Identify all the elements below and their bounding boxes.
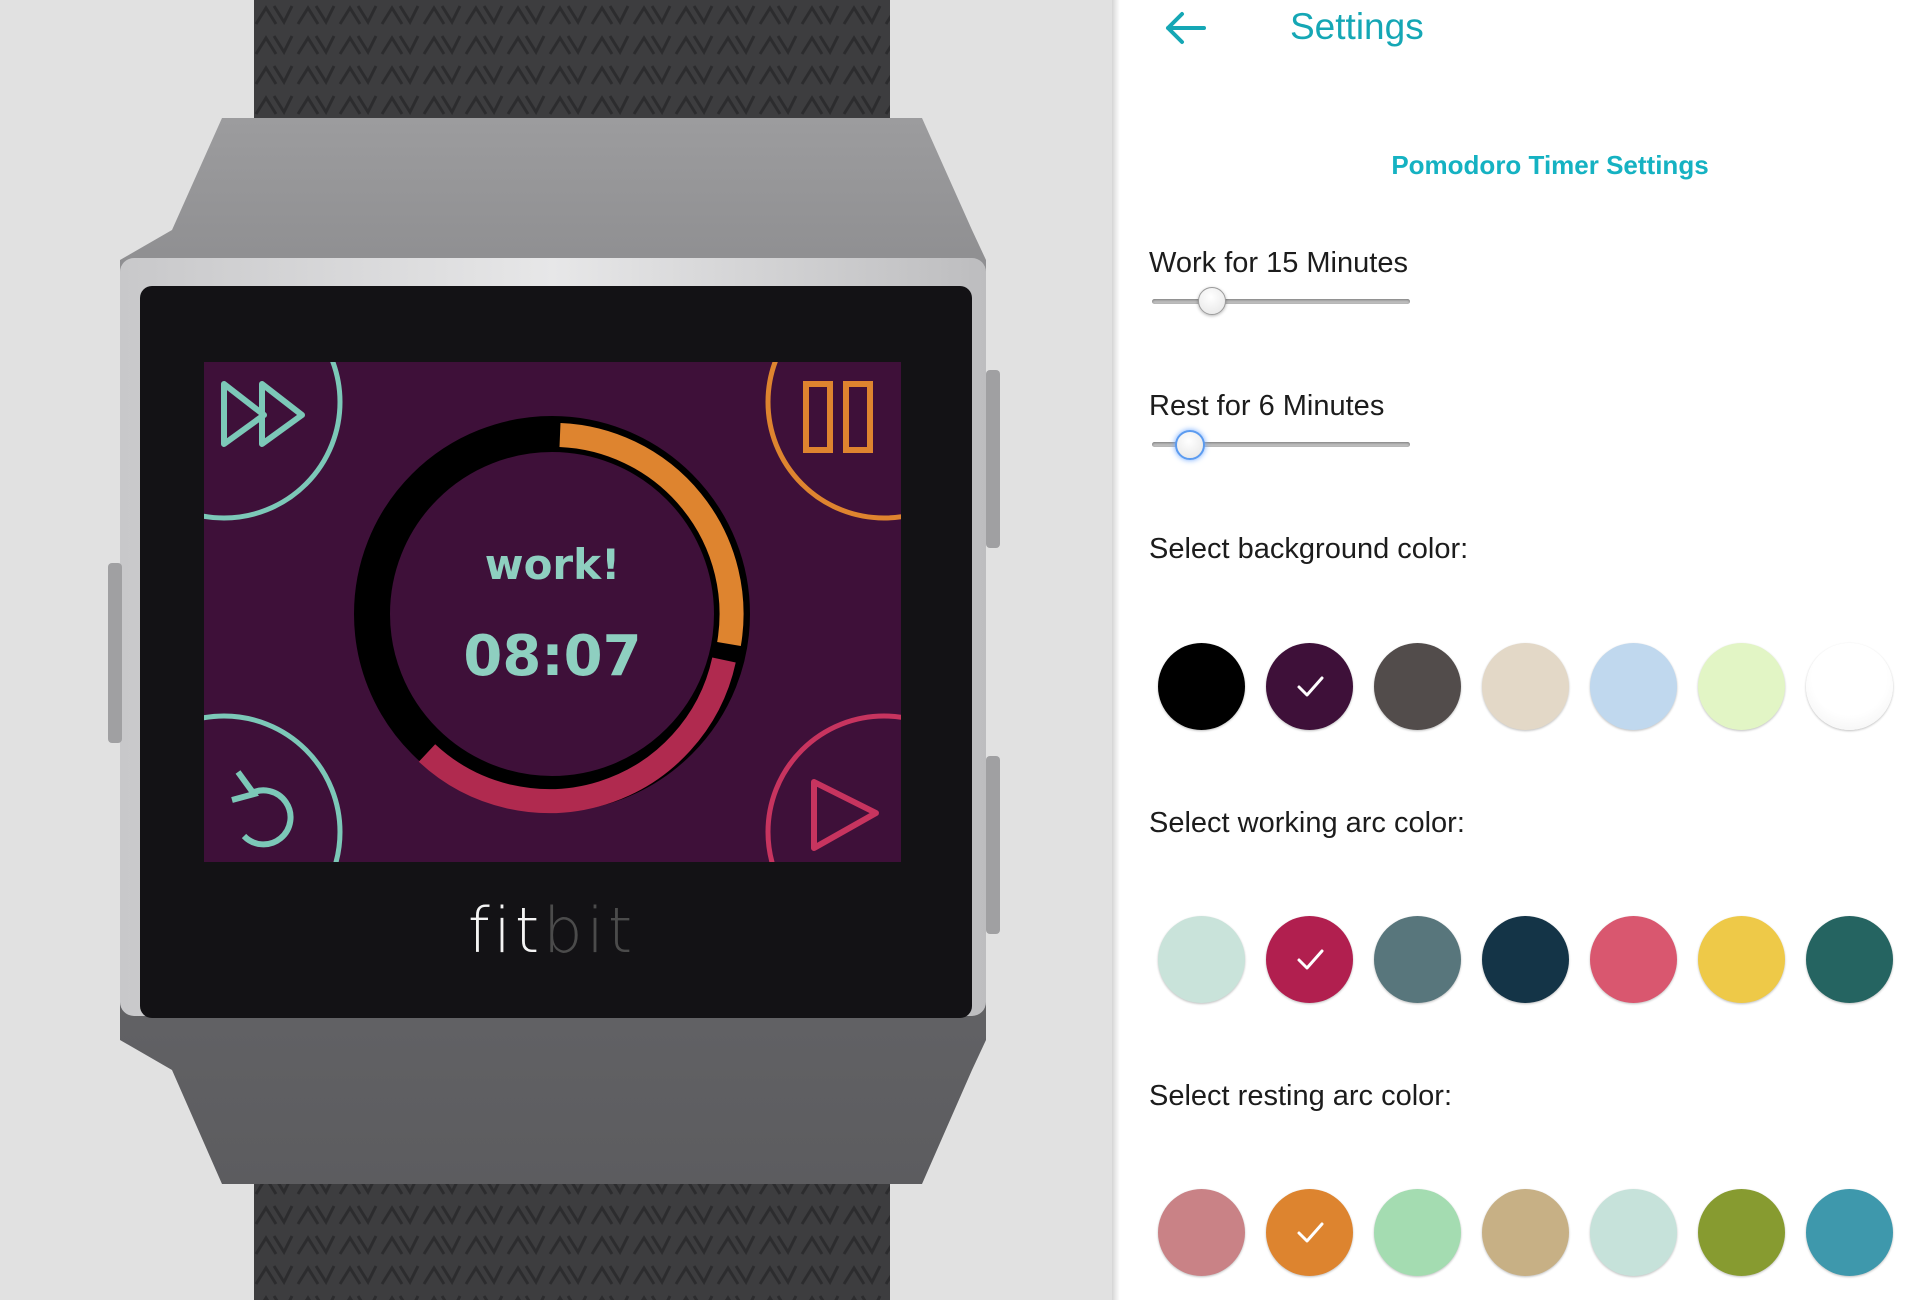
work-duration-slider[interactable]: [1152, 287, 1410, 317]
working-arc-color-swatch[interactable]: [1698, 916, 1785, 1003]
resting-arc-color-swatch[interactable]: [1806, 1189, 1893, 1276]
pane-divider[interactable]: [1112, 0, 1120, 1300]
back-arrow-icon[interactable]: [1160, 8, 1210, 48]
bottom-strap: [254, 1180, 890, 1300]
working-arc-color-swatch[interactable]: [1806, 916, 1893, 1003]
working-arc-color-swatch[interactable]: [1374, 916, 1461, 1003]
settings-pane: Settings Pomodoro Timer Settings Work fo…: [1120, 0, 1926, 1300]
resting-arc-color-label: Select resting arc color:: [1149, 1080, 1453, 1112]
background-color-swatch[interactable]: [1698, 643, 1785, 730]
rest-duration-slider[interactable]: [1152, 430, 1410, 460]
slider-thumb[interactable]: [1175, 430, 1206, 460]
simulator-pane: work! 08:07 fitbit: [0, 0, 1118, 1300]
working-arc-color-swatch[interactable]: [1590, 916, 1677, 1003]
resting-arc-color-swatch[interactable]: [1590, 1189, 1677, 1276]
working-arc-color-label: Select working arc color:: [1149, 807, 1465, 839]
watch-screen: work! 08:07: [204, 362, 901, 862]
working-arc-color-picker: [1158, 916, 1893, 1003]
section-title: Pomodoro Timer Settings: [1391, 150, 1709, 180]
background-color-picker: [1158, 643, 1893, 730]
working-arc-color-swatch[interactable]: [1158, 916, 1245, 1003]
left-button: [108, 563, 122, 743]
resting-arc-color-picker: [1158, 1189, 1893, 1276]
right-bottom-button: [986, 756, 1000, 934]
slider-thumb[interactable]: [1198, 287, 1227, 315]
background-color-swatch[interactable]: [1806, 643, 1893, 730]
background-color-swatch[interactable]: [1482, 643, 1569, 730]
timer-status-label: work!: [484, 540, 621, 589]
working-arc-color-swatch[interactable]: [1266, 916, 1353, 1003]
page-title: Settings: [1290, 6, 1424, 47]
resting-arc-color-swatch[interactable]: [1374, 1189, 1461, 1276]
background-color-label: Select background color:: [1149, 533, 1469, 565]
fitbit-logo: fitbit: [370, 894, 734, 967]
logo-part-bit: bit: [543, 894, 637, 967]
resting-arc-color-swatch[interactable]: [1482, 1189, 1569, 1276]
working-arc-color-swatch[interactable]: [1482, 916, 1569, 1003]
work-duration-label: Work for 15 Minutes: [1149, 247, 1408, 279]
watch-screen-canvas: [204, 362, 901, 862]
background-color-swatch[interactable]: [1374, 643, 1461, 730]
background-color-swatch[interactable]: [1266, 643, 1353, 730]
resting-arc-color-swatch[interactable]: [1266, 1189, 1353, 1276]
background-color-swatch[interactable]: [1590, 643, 1677, 730]
top-strap: [254, 0, 890, 122]
rest-duration-label: Rest for 6 Minutes: [1149, 390, 1385, 422]
resting-arc-color-swatch[interactable]: [1698, 1189, 1785, 1276]
background-color-swatch[interactable]: [1158, 643, 1245, 730]
logo-part-fit: fit: [467, 894, 544, 967]
slider-track: [1152, 299, 1410, 304]
checkmark-icon: [1297, 1222, 1324, 1243]
right-top-button: [986, 370, 1000, 548]
checkmark-icon: [1297, 949, 1324, 970]
timer-readout: 08:07: [463, 624, 642, 689]
resting-arc-color-swatch[interactable]: [1158, 1189, 1245, 1276]
checkmark-icon: [1297, 676, 1324, 697]
